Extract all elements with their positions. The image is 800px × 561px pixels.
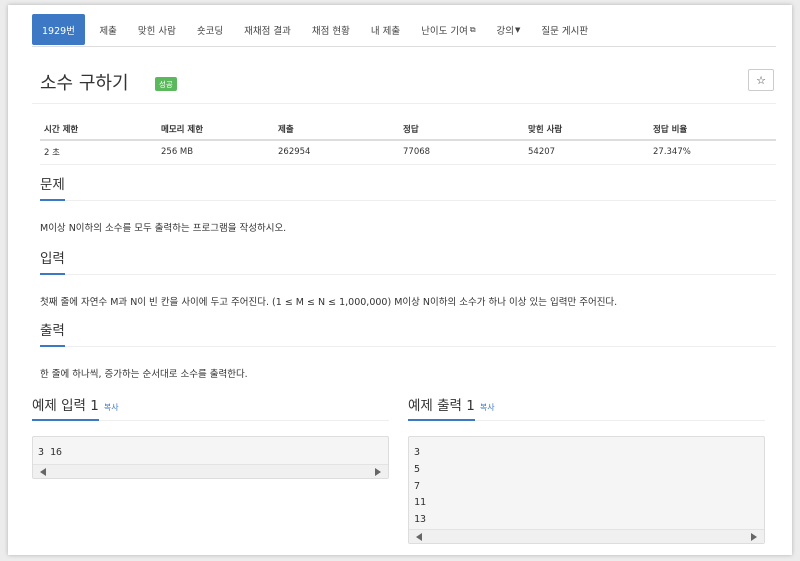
scroll-right-icon[interactable]: [751, 533, 757, 541]
table-header: 시간 제한: [40, 118, 157, 141]
tab-judge-status[interactable]: 채점 현황: [301, 14, 360, 45]
caret-down-icon: ▼: [515, 25, 521, 34]
problem-card: 1929번 제출 맞힌 사람 숏코딩 재채점 결과 채점 현황 내 제출 난이도…: [8, 5, 792, 555]
table-header: 맞힌 사람: [524, 118, 649, 141]
table-cell: 77068: [399, 140, 524, 165]
table-header: 제출: [274, 118, 399, 141]
sample-output-box[interactable]: 3 5 7 11 13: [408, 436, 765, 544]
copy-sample-output-link[interactable]: 복사: [480, 403, 495, 412]
table-cell: 256 MB: [157, 140, 274, 165]
problem-nav: 1929번 제출 맞힌 사람 숏코딩 재채점 결과 채점 현황 내 제출 난이도…: [32, 13, 776, 47]
table-cell: 27.347%: [649, 140, 776, 165]
favorite-button[interactable]: ☆: [748, 69, 774, 91]
copy-sample-input-link[interactable]: 복사: [104, 403, 119, 412]
output-text: 한 줄에 하나씩, 증가하는 순서대로 소수를 출력한다.: [40, 369, 248, 380]
horizontal-scrollbar[interactable]: [33, 464, 388, 478]
sample-output-content: 3 5 7 11 13: [414, 447, 427, 526]
description-text: M이상 N이하의 소수를 모두 출력하는 프로그램을 작성하시오.: [40, 223, 287, 234]
section-heading: 입력: [40, 247, 65, 275]
tab-difficulty-contribution[interactable]: 난이도 기여 ⧉: [411, 14, 486, 45]
sample-input-header: 예제 입력 1 복사: [32, 395, 389, 421]
star-icon: ☆: [756, 73, 766, 87]
horizontal-scrollbar[interactable]: [409, 529, 764, 543]
problem-info-table: 시간 제한 메모리 제한 제출 정답 맞힌 사람 정답 비율 2 초 256 M…: [40, 118, 776, 165]
tab-solved-users[interactable]: 맞힌 사람: [127, 14, 186, 45]
tab-my-submissions[interactable]: 내 제출: [360, 14, 410, 45]
input-section-header: 입력: [40, 247, 776, 275]
sample-input-content: 3 16: [38, 447, 63, 458]
table-row: 2 초 256 MB 262954 77068 54207 27.347%: [40, 140, 776, 165]
status-badge: 성공: [155, 77, 177, 91]
sample-output-header: 예제 출력 1 복사: [408, 395, 765, 421]
table-header: 정답: [399, 118, 524, 141]
section-heading: 예제 입력 1: [32, 395, 99, 421]
page-title: 소수 구하기: [40, 73, 129, 94]
tab-rejudge-results[interactable]: 재채점 결과: [234, 14, 302, 45]
section-heading: 예제 출력 1: [408, 395, 475, 421]
table-header-row: 시간 제한 메모리 제한 제출 정답 맞힌 사람 정답 비율: [40, 118, 776, 141]
output-section-header: 출력: [40, 319, 776, 347]
tab-lectures[interactable]: 강의 ▼: [486, 14, 531, 45]
description-section-header: 문제: [40, 173, 776, 201]
tab-submit[interactable]: 제출: [89, 14, 127, 45]
tab-question-board[interactable]: 질문 게시판: [531, 14, 599, 45]
sample-input-box[interactable]: 3 16: [32, 436, 389, 479]
scroll-right-icon[interactable]: [375, 468, 381, 476]
section-heading: 문제: [40, 173, 65, 201]
tab-short-coding[interactable]: 숏코딩: [186, 14, 233, 45]
scroll-left-icon[interactable]: [40, 468, 46, 476]
external-link-icon: ⧉: [469, 24, 476, 34]
input-text: 첫째 줄에 자연수 M과 N이 빈 칸을 사이에 두고 주어진다. (1 ≤ M…: [40, 297, 618, 308]
section-heading: 출력: [40, 319, 65, 347]
table-cell: 54207: [524, 140, 649, 165]
title-row: 소수 구하기 성공 ☆: [32, 69, 776, 104]
table-header: 정답 비율: [649, 118, 776, 141]
table-header: 메모리 제한: [157, 118, 274, 141]
table-cell: 262954: [274, 140, 399, 165]
tab-problem-number[interactable]: 1929번: [32, 14, 85, 45]
scroll-left-icon[interactable]: [416, 533, 422, 541]
table-cell: 2 초: [40, 140, 157, 165]
